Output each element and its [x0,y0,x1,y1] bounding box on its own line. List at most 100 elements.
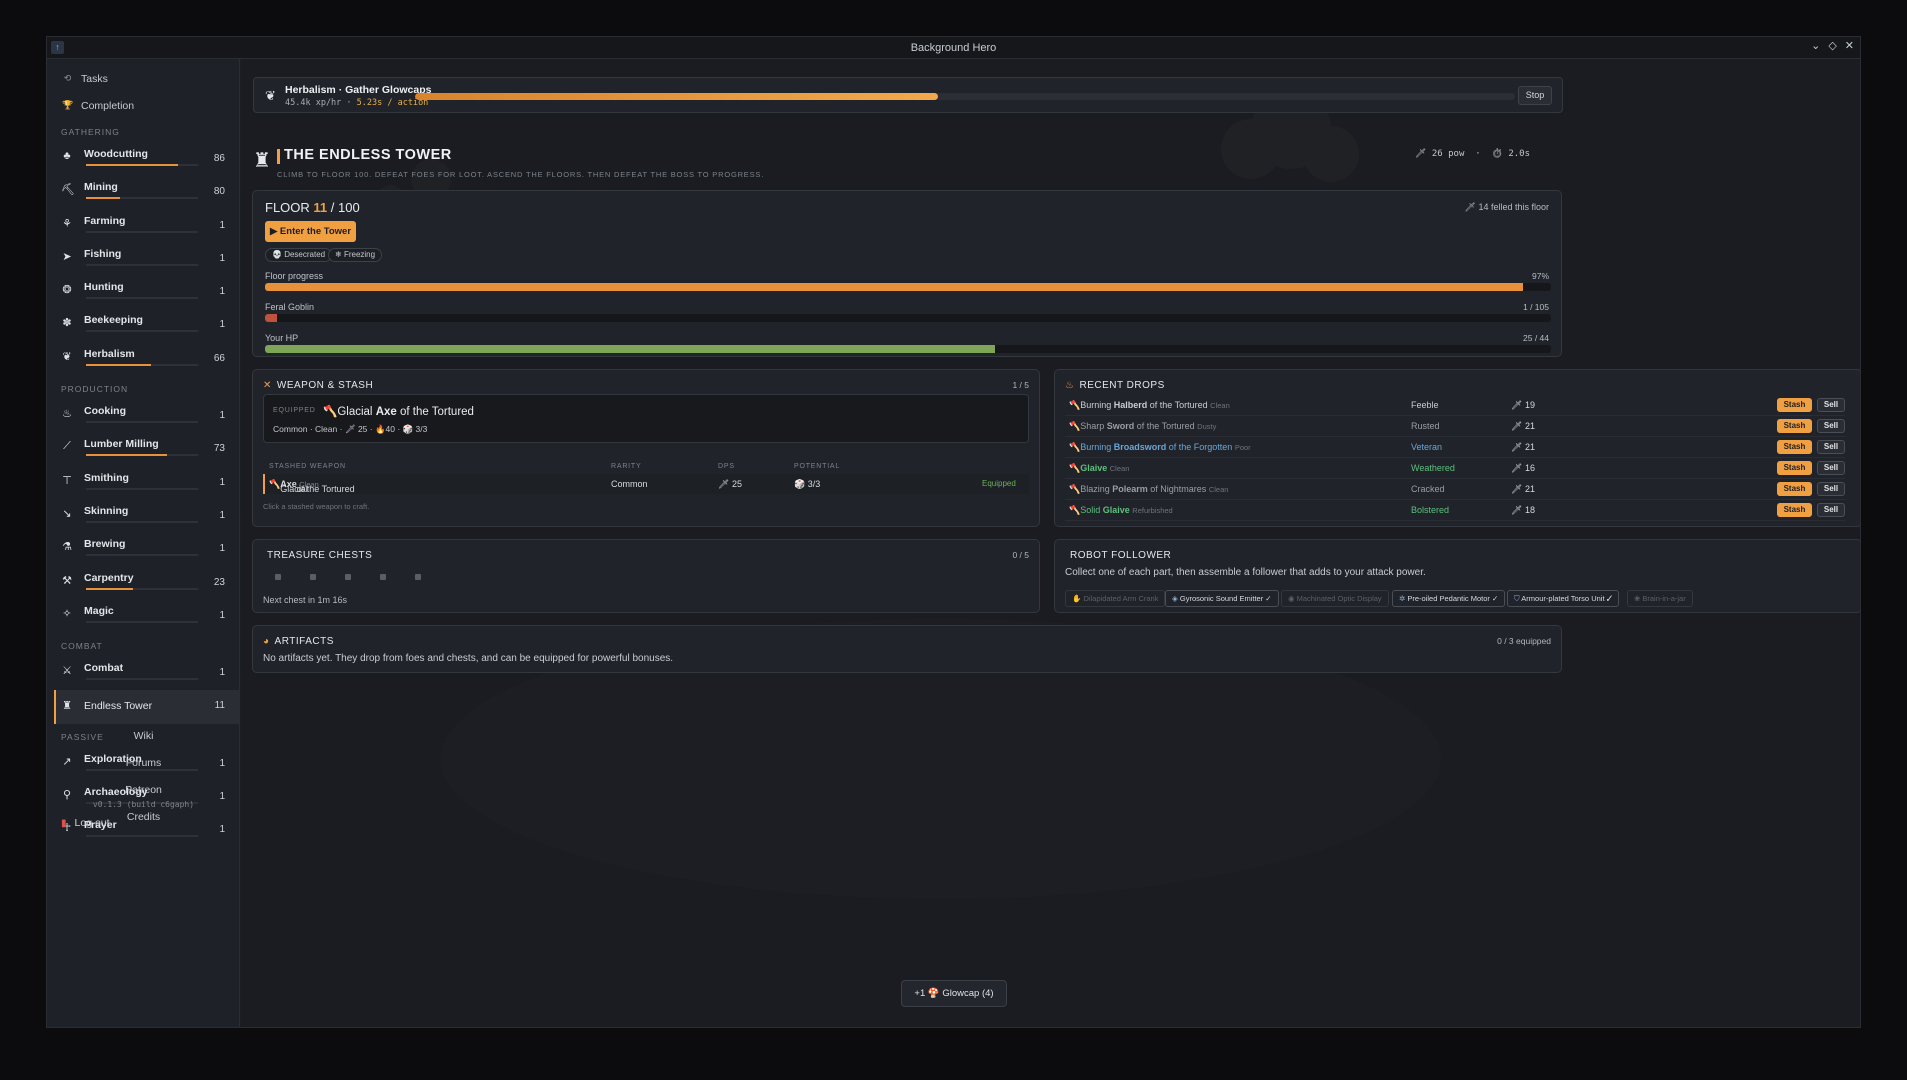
cooking-icon: ♨ [62,408,72,421]
rook-icon: ♜ [253,150,271,172]
sidebar-item-lumber-milling[interactable]: ⟋ Lumber Milling 73 [47,433,239,466]
felled-count: 🗡 14 felled this floor [1465,202,1550,213]
page-subtitle: Climb to floor 100. Defeat foes for loot… [277,170,765,179]
craft-hint: Click a stashed weapon to craft. [263,502,370,511]
drop-quality: Weathered [1411,463,1455,473]
sell-button[interactable]: Sell [1817,503,1845,517]
floor-progress-bar [265,283,1551,291]
minimize-icon[interactable]: ⌄ [1811,39,1820,52]
equipped-tag: EQUIPPED [273,407,316,414]
stop-button[interactable]: Stop [1518,86,1552,105]
table-row[interactable]: 🪓 Glacial Axe of the Tortured Clean Commo… [263,474,1029,494]
sidebar-item-carpentry[interactable]: ⚒ Carpentry 23 [47,567,239,600]
modifier-label: Desecrated [284,250,326,259]
sell-button[interactable]: Sell [1817,461,1845,475]
sidebar-link-tasks[interactable]: ⟲ Tasks [47,65,239,92]
sidebar-item-mining[interactable]: ⛏ Mining 80 [47,176,239,209]
sidebar-link-completion[interactable]: 🏆 Completion [47,92,239,119]
pickaxe-icon: ⛏ [61,184,75,197]
robot-part: ❀ Brain-in-a-jar [1627,590,1693,607]
wiki-link[interactable]: Wiki [47,723,240,750]
player-hp-label: Your HP [265,333,299,343]
col-dps: DPS [718,463,735,470]
logout-button[interactable]: ▮ Log out [61,817,110,829]
task-rate: 45.4k xp/hr · 5.23s / action [285,98,428,108]
skill-progress-bar [86,197,198,200]
sword-icon: 🗡 [1511,484,1525,494]
sell-button[interactable]: Sell [1817,419,1845,433]
stash-button[interactable]: Stash [1777,503,1812,517]
floor-total: / 100 [327,200,360,215]
drop-weapon-name: 🪓Glaive Clean [1069,463,1129,474]
sidebar-item-fishing[interactable]: ➤ Fishing 1 [47,243,239,276]
player-hp-bar [265,345,1551,353]
stash-button[interactable]: Stash [1777,419,1812,433]
chest-slot [275,574,281,580]
sidebar-item-beekeeping[interactable]: ✽ Beekeeping 1 [47,309,239,342]
weapon-prefix: Burning [1080,400,1114,410]
stash-button[interactable]: Stash [1777,440,1812,454]
weapon-prefix: Glacial [337,406,376,418]
weapon-suffix: of the Tortured [1147,400,1208,410]
drop-row: 🪓Burning Broadsword of the Forgotten Poo… [1065,437,1845,458]
robot-part-label: Pre-oiled Pedantic Motor ✓ [1407,594,1499,603]
stash-button[interactable]: Stash [1777,482,1812,496]
skill-level: 1 [219,219,225,231]
sidebar-item-woodcutting[interactable]: ♣ Woodcutting 86 [47,143,239,176]
sidebar-item-combat[interactable]: ⚔ Combat 1 [47,657,239,690]
treasure-chests-panel: TREASURE CHESTS 0 / 5 Next chest in 1m 1… [252,539,1040,613]
skill-level: 80 [213,186,225,198]
sidebar-item-skinning[interactable]: ↘ Skinning 1 [47,500,239,533]
sidebar-item-magic[interactable]: ✧ Magic 1 [47,600,239,633]
attack-power: 26 pow [1431,149,1465,159]
robot-description: Collect one of each part, then assemble … [1065,567,1426,578]
weapon-suffix: of the Forgotten [1166,442,1233,452]
stashed-weapon-name: 🪓 Glacial Axe of the Tortured Clean [269,479,355,494]
enemy-hp-fill [265,314,278,322]
skill-name: Endless Tower [84,700,153,713]
drop-row: 🪓Glaive Clean Weathered 🗡 16 Stash Sell [1065,458,1845,479]
herb-icon: ❦ [265,88,276,103]
close-icon[interactable]: ✕ [1845,39,1854,52]
sidebar-item-smithing[interactable]: ⊤ Smithing 1 [47,467,239,500]
maximize-icon[interactable]: ◇ [1828,39,1836,52]
drop-quality: Feeble [1411,400,1439,410]
stash-button[interactable]: Stash [1777,461,1812,475]
skill-progress-bar [86,263,198,266]
weapon-prefix: Solid [1080,505,1103,515]
sell-button[interactable]: Sell [1817,398,1845,412]
paw-icon: ❂ [62,284,72,297]
equipped-weapon[interactable]: EQUIPPED 🪓Glacial Axe of the Tortured Co… [263,394,1029,443]
sidebar-item-farming[interactable]: ⚘ Farming 1 [47,210,239,243]
eye-icon: ◉ [1288,594,1297,603]
sidebar-item-herbalism[interactable]: ❦ Herbalism 66 [47,343,239,376]
drop-dps-value: 21 [1524,484,1535,494]
floor-label: FLOOR [265,200,310,215]
tasks-icon: ⟲ [63,73,72,83]
weapon-condition: Clean [1210,401,1230,410]
weapon-suffix: of the Tortured [396,406,474,418]
trophy-icon: 🏆 [62,100,74,110]
enter-tower-button[interactable]: ▶ Enter the Tower [265,221,356,242]
stash-button[interactable]: Stash [1777,398,1812,412]
sell-button[interactable]: Sell [1817,440,1845,454]
weapon-base: Axe [375,406,397,418]
weapon-icon: 🪓 [1069,484,1081,494]
skill-progress-fill [86,363,151,366]
weapon-dps: 🗡 25 [718,479,742,489]
crossed-swords-icon: ✕ [263,380,272,391]
anvil-icon: ⊤ [62,474,72,487]
sidebar-item-brewing[interactable]: ⚗ Brewing 1 [47,533,239,566]
drop-dps: 🗡 16 [1511,463,1535,474]
sidebar-item-cooking[interactable]: ♨ Cooking 1 [47,400,239,433]
drop-quality: Veteran [1411,442,1443,452]
sell-button[interactable]: Sell [1817,482,1845,496]
chest-slot [345,574,351,580]
sidebar-item-hunting[interactable]: ❂ Hunting 1 [47,276,239,309]
forums-link[interactable]: Forums [47,750,240,777]
sidebar-item-endless-tower[interactable]: ♜ Endless Tower 11 [54,690,239,724]
modifier-desecrated: 💀 Desecrated [265,248,333,262]
weapon-base: Glaive [1080,463,1108,473]
drop-dps-value: 18 [1524,505,1535,515]
modifier-freezing: ❄ Freezing [328,248,383,262]
